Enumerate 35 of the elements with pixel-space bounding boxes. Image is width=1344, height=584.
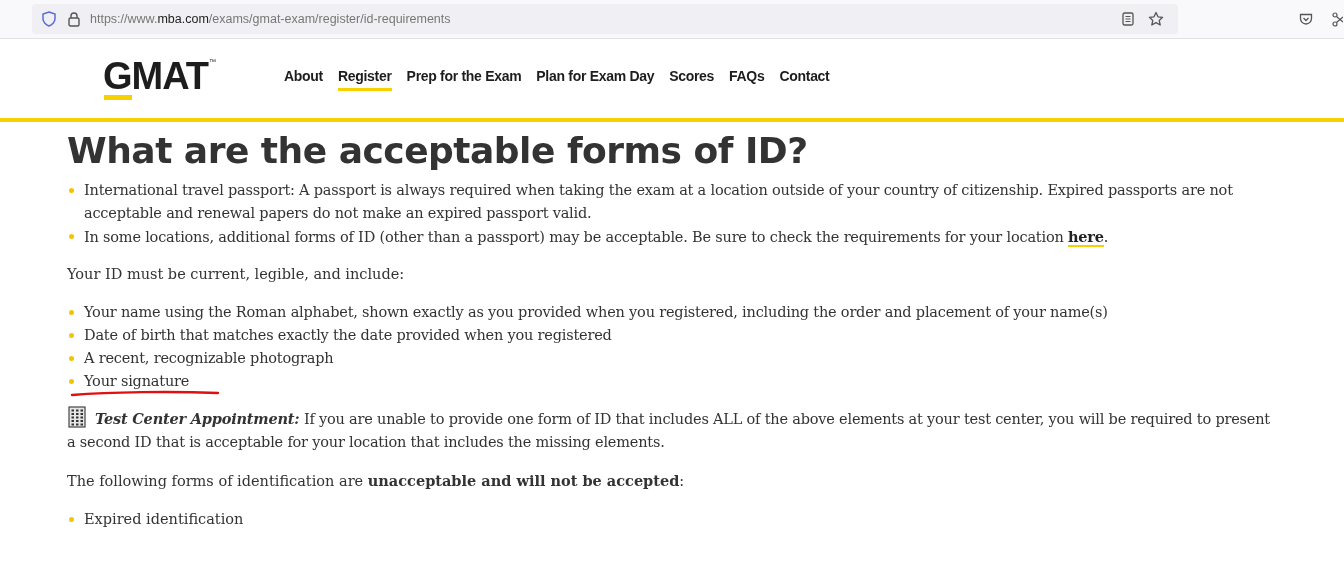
- here-link[interactable]: here: [1068, 228, 1104, 247]
- address-bar[interactable]: https://www.mba.com/exams/gmat-exam/register/id-requirements: [32, 4, 1178, 34]
- bullet-icon: [69, 356, 74, 361]
- reader-view-icon[interactable]: [1122, 12, 1134, 26]
- scissors-icon[interactable]: [1332, 11, 1343, 27]
- bullet-icon: [69, 310, 74, 315]
- list-text: A recent, recognizable photograph: [84, 350, 334, 366]
- nav-link[interactable]: About: [284, 66, 323, 91]
- intro-text: Your ID must be current, legible, and include:: [67, 265, 406, 284]
- bullet-icon: [69, 333, 74, 338]
- note-text: Test Center Appointment: If you are unable to provide one form of ID that includes ALL of the above elements at your test center, you will be required to present a second ID that is acceptable for your location that includes the missing elements.: [67, 406, 1277, 454]
- nav-link[interactable]: Contact: [779, 66, 830, 91]
- bullet-icon: [69, 188, 74, 193]
- bullet-icon: [69, 379, 74, 384]
- shield-icon[interactable]: [42, 11, 56, 27]
- list-text: Date of birth that matches exactly the date provided when you registered: [84, 327, 612, 343]
- list-text: Expired identification: [84, 510, 244, 529]
- list-text: International travel passport: A passport is always required when taking the exam at a location outside of your country of citizenship. Expired passports are not acceptable and renewal papers do not make an expired passport valid.: [84, 181, 1234, 223]
- nav-link[interactable]: Prep for the Exam: [406, 66, 522, 91]
- intro-text: The following forms of identification are unacceptable and will not be accepted:: [67, 471, 686, 491]
- pocket-icon[interactable]: [1299, 12, 1313, 26]
- nav-link[interactable]: FAQs: [729, 66, 765, 91]
- page-heading: What are the acceptable forms of ID?: [67, 129, 809, 173]
- list-text: Your signature: [84, 373, 190, 389]
- lock-icon[interactable]: [68, 11, 80, 27]
- star-icon[interactable]: [1148, 11, 1164, 27]
- list-text: Your name using the Roman alphabet, shown exactly as you provided when you registered, including the order and placement of your name(s): [84, 304, 1108, 320]
- nav-link[interactable]: Scores: [669, 66, 715, 91]
- list-text: In some locations, additional forms of ID (other than a passport) may be acceptable. Be sure to check the requirements for your location here.: [84, 227, 1109, 249]
- nav-link[interactable]: Register: [338, 66, 392, 91]
- url-text: https://www.mba.com/exams/gmat-exam/register/id-requirements: [90, 10, 451, 28]
- bullet-icon: [69, 517, 74, 522]
- bullet-icon: [69, 234, 74, 239]
- building-icon: [67, 406, 87, 428]
- nav-link[interactable]: Plan for Exam Day: [536, 66, 655, 91]
